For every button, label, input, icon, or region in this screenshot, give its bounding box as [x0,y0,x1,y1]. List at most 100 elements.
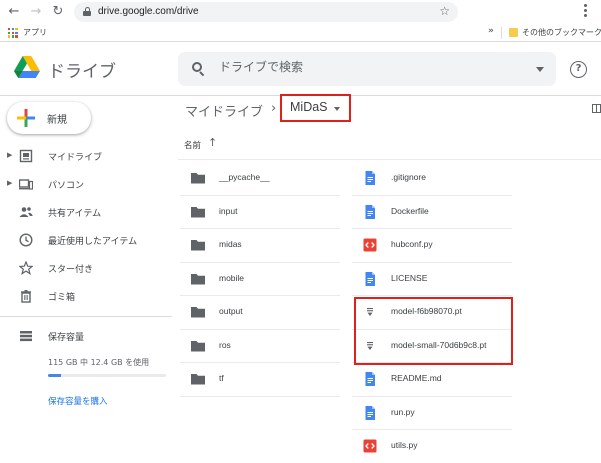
row-divider [180,395,340,397]
file-item[interactable]: hubconf.py [352,229,512,262]
folder-icon [190,170,206,186]
sort-by-name[interactable]: 名前 [184,139,201,151]
file-name: .gitignore [391,172,426,182]
file-name: run.py [391,406,415,417]
file-item[interactable]: Dockerfile [352,196,512,229]
folder-icon [190,371,206,387]
file-item[interactable]: mobile [180,263,340,296]
breadcrumb-current-label: MiDaS [290,100,328,114]
browser-menu-icon[interactable] [584,4,588,18]
code-file-icon [362,438,378,454]
bookmarks-bar: アプリ » その他のブックマーク [0,24,601,42]
file-item[interactable]: README.md [352,363,512,396]
breadcrumb-root[interactable]: マイドライブ [185,101,263,120]
sidebar-item-label: 共有アイテム [48,209,102,219]
storage-progress-bar [48,374,166,377]
file-item[interactable]: __pycache__ [180,162,340,195]
document-icon [362,271,378,287]
file-name: LICENSE [391,272,428,283]
file-name: output [219,306,243,316]
sidebar-item-label: パソコン [48,181,85,191]
search-bar[interactable] [178,52,556,86]
sidebar-item-storage[interactable]: 保存容量 [0,326,170,348]
file-item[interactable]: tf [180,363,340,396]
apps-grid-icon[interactable] [8,28,18,38]
file-name: hubconf.py [391,239,433,249]
star-icon [18,260,34,275]
breadcrumb-separator-icon: › [271,101,277,116]
expand-caret-icon[interactable]: ▶ [7,151,12,159]
folder-icon [190,338,206,354]
highlight-box-model-files [354,297,513,365]
document-icon [362,170,378,186]
bookmarks-divider [501,27,502,39]
file-name: mobile [219,272,245,283]
app-title: ドライブ [48,62,116,82]
other-bookmarks-link[interactable]: その他のブックマーク [522,27,601,38]
sidebar-item-star[interactable]: スター付き [0,258,170,280]
chevron-down-icon [334,107,340,111]
document-icon [362,405,378,421]
file-item[interactable]: input [180,196,340,229]
new-button-label: 新規 [47,115,67,126]
sidebar-item-clock[interactable]: 最近使用したアイテム [0,230,170,252]
sidebar-item-shared[interactable]: 共有アイテム [0,202,170,224]
folder-icon [190,204,206,220]
new-button[interactable]: 新規 [7,102,91,134]
address-bar[interactable]: drive.google.com/drive ☆ [74,2,458,22]
sidebar-item-label: スター付き [48,265,94,275]
file-item[interactable]: ros [180,330,340,363]
sidebar-divider [0,316,172,317]
google-drive-logo-icon[interactable] [14,56,40,78]
sidebar-item-my-drive[interactable]: ▶ マイドライブ [0,146,170,168]
file-name: __pycache__ [219,172,270,182]
sidebar-item-label: マイドライブ [48,153,103,163]
file-item[interactable]: utils.py [352,430,512,463]
bookmarks-overflow-button[interactable]: » [488,26,494,36]
document-icon [362,204,378,220]
search-input[interactable] [219,60,519,74]
storage-usage-text: 115 GB 中 12.4 GB を使用 [48,358,150,367]
file-name: utils.py [391,440,418,450]
forward-icon[interactable]: → [28,4,44,20]
sidebar-item-label: 最近使用したアイテム [48,237,138,247]
sidebar-item-trash[interactable]: ゴミ箱 [0,286,170,308]
back-icon[interactable]: ← [6,4,22,20]
folder-icon [190,237,206,253]
expand-caret-icon[interactable]: ▶ [7,179,12,187]
file-name: Dockerfile [391,205,429,216]
bookmark-folder-icon [509,28,518,37]
apps-label[interactable]: アプリ [23,27,47,38]
trash-icon [19,289,33,303]
storage-progress-fill [48,374,61,377]
computer-icon [18,177,34,191]
sidebar-item-computer[interactable]: ▶ パソコン [0,174,170,196]
folder-icon [190,304,206,320]
drive-header: ドライブ ? [0,42,601,96]
breadcrumb-current-folder[interactable]: MiDaS [280,94,351,122]
folder-icon [190,271,206,287]
sort-arrow-icon[interactable]: ↑ [208,136,217,149]
file-name: tf [219,373,224,383]
file-item[interactable]: midas [180,229,340,262]
grid-view-icon[interactable] [592,104,601,113]
file-name: midas [219,239,242,249]
file-item[interactable]: .gitignore [352,162,512,195]
clock-icon [19,233,33,247]
file-item[interactable]: output [180,296,340,329]
bookmark-star-icon[interactable]: ☆ [439,4,450,18]
storage-label: 保存容量 [48,333,85,343]
file-item[interactable]: run.py [352,397,512,430]
file-name: input [219,205,238,216]
my-drive-icon [19,149,33,163]
search-options-icon[interactable] [536,67,544,72]
search-icon[interactable] [192,62,205,77]
file-name: ros [219,339,231,350]
file-name: README.md [391,373,442,383]
browser-toolbar: ← → ↻ drive.google.com/drive ☆ [0,0,601,24]
file-item[interactable]: LICENSE [352,263,512,296]
storage-icon [20,331,32,342]
help-icon[interactable]: ? [570,61,587,78]
buy-storage-link[interactable]: 保存容量を購入 [48,395,108,407]
reload-icon[interactable]: ↻ [50,4,66,20]
